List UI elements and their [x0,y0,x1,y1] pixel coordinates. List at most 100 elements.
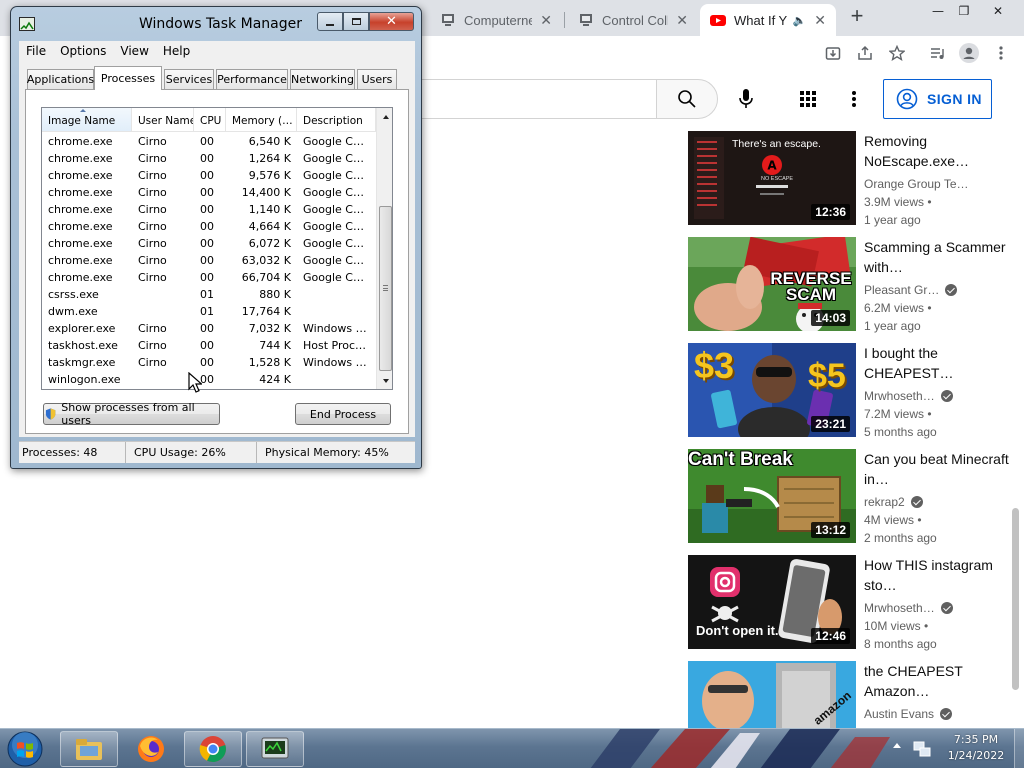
system-clock[interactable]: 7:35 PM 1/24/2022 [940,732,1012,764]
video-title[interactable]: I bought the CHEAPEST… [864,343,1014,383]
process-row[interactable]: chrome.exe Cirno 00 4,664 K Google C… [42,218,376,235]
youtube-search-button[interactable] [656,79,718,119]
channel-name[interactable]: rekrap2 [864,493,1014,511]
maximize-button[interactable] [343,12,369,31]
browser-menu-icon[interactable] [990,42,1012,64]
task-manager-app-icon [19,17,35,31]
tab-performance[interactable]: Performance [216,69,288,89]
process-row[interactable]: chrome.exe Cirno 00 6,072 K Google C… [42,235,376,252]
minimize-button[interactable] [317,12,343,31]
tab-services[interactable]: Services [164,69,214,89]
process-row[interactable]: chrome.exe Cirno 00 9,576 K Google C… [42,167,376,184]
video-title[interactable]: Removing NoEscape.exe… [864,131,1014,171]
new-tab-button[interactable]: + [846,5,868,28]
process-row[interactable]: chrome.exe Cirno 00 66,704 K Google C… [42,269,376,286]
browser-close-button[interactable]: ✕ [984,2,1012,20]
video-thumbnail[interactable]: Don't open it. 12:46 [688,555,856,649]
tab-youtube-active[interactable]: What If Y 🔈 ✕ [700,4,836,36]
page-scrollbar-thumb[interactable] [1012,508,1019,690]
related-video[interactable]: Can't Break 13:12 Can you beat Minecraft… [688,449,1018,545]
tab-applications[interactable]: Applications [27,69,94,89]
scroll-down-arrow-icon[interactable] [377,372,392,389]
taskbar-chrome-button[interactable] [184,731,242,767]
process-row[interactable]: winlogon.exe 00 424 K [42,371,376,388]
scrollbar-thumb[interactable] [379,206,392,371]
video-thumbnail[interactable]: REVERSE SCAM 14:03 [688,237,856,331]
related-video[interactable]: REVERSE SCAM 14:03 Scamming a Scammer wi… [688,237,1018,333]
tab-users[interactable]: Users [357,69,397,89]
related-video[interactable]: amazon the CHEAPEST Amazon… Austin Evans [688,661,1018,728]
channel-name[interactable]: Austin Evans [864,705,1014,723]
browser-restore-button[interactable]: ❐ [950,2,978,20]
video-title[interactable]: the CHEAPEST Amazon… [864,661,1014,701]
related-video[interactable]: Don't open it. 12:46 How THIS instagram … [688,555,1018,651]
taskbar-explorer-button[interactable] [60,731,118,767]
start-button[interactable] [4,731,46,767]
browser-minimize-button[interactable]: — [924,2,952,20]
menu-options[interactable]: Options [53,44,113,58]
process-cpu: 00 [200,356,214,369]
tab-control-collab[interactable]: Control Colla ✕ [568,4,698,36]
video-thumbnail[interactable]: A There's an escape. NO ESCAPE 12:36 [688,131,856,225]
process-row[interactable]: taskhost.exe Cirno 00 744 K Host Proc… [42,337,376,354]
process-row[interactable]: chrome.exe Cirno 00 1,140 K Google C… [42,201,376,218]
column-memory[interactable]: Memory (… [226,108,297,131]
process-row[interactable]: taskmgr.exe Cirno 00 1,528 K Windows … [42,354,376,371]
video-title[interactable]: How THIS instagram sto… [864,555,1014,595]
column-image-name[interactable]: Image Name [42,108,132,131]
process-row[interactable]: explorer.exe Cirno 00 7,032 K Windows … [42,320,376,337]
channel-name[interactable]: Mrwhoseth… [864,599,1014,617]
column-description[interactable]: Description [297,108,376,131]
process-row[interactable]: chrome.exe Cirno 00 6,540 K Google C… [42,133,376,150]
media-queue-icon[interactable] [926,42,948,64]
tab-close-icon[interactable]: ✕ [676,12,688,29]
channel-name[interactable]: Orange Group Te… [864,175,1014,193]
process-image-name: csrss.exe [48,288,99,301]
menu-help[interactable]: Help [156,44,197,58]
tab-networking[interactable]: Networking [290,69,355,89]
profile-avatar-icon[interactable] [958,42,980,64]
sign-in-button[interactable]: SIGN IN [883,79,992,119]
show-desktop-button[interactable] [1014,729,1024,768]
network-icon[interactable] [912,739,932,759]
tab-processes[interactable]: Processes [94,66,162,90]
video-thumbnail[interactable]: Can't Break 13:12 [688,449,856,543]
show-hidden-icons-button[interactable] [893,743,901,748]
youtube-settings-button[interactable] [842,85,866,113]
process-user-name [132,303,194,320]
video-thumbnail[interactable]: $3 $5 23:21 [688,343,856,437]
end-process-button[interactable]: End Process [295,403,391,425]
menu-view[interactable]: View [113,44,155,58]
process-list[interactable]: Image Name User Name CPU Memory (… Descr… [41,107,393,390]
show-all-processes-button[interactable]: Show processes from all users [43,401,220,427]
taskbar-taskmgr-button[interactable] [246,731,304,767]
channel-name[interactable]: Pleasant Gr… [864,281,1014,299]
video-title[interactable]: Scamming a Scammer with… [864,237,1014,277]
process-row[interactable]: chrome.exe Cirno 00 14,400 K Google C… [42,184,376,201]
install-app-icon[interactable] [822,42,844,64]
voice-search-button[interactable] [732,85,760,113]
process-row[interactable]: dwm.exe 01 17,764 K [42,303,376,320]
tab-close-icon[interactable]: ✕ [814,12,826,29]
video-thumbnail[interactable]: amazon [688,661,856,728]
column-user-name[interactable]: User Name [132,108,194,131]
close-button[interactable]: ✕ [369,12,414,31]
bookmark-star-icon[interactable] [886,42,908,64]
process-row[interactable]: chrome.exe Cirno 00 1,264 K Google C… [42,150,376,167]
tab-close-icon[interactable]: ✕ [540,12,552,29]
related-video[interactable]: $3 $5 23:21 I bought the CHEAPEST… Mrwho… [688,343,1018,439]
channel-name[interactable]: Mrwhoseth… [864,387,1014,405]
process-row[interactable]: csrss.exe 01 880 K [42,286,376,303]
share-icon[interactable] [854,42,876,64]
video-title[interactable]: Can you beat Minecraft in… [864,449,1014,489]
youtube-apps-button[interactable] [794,85,822,113]
menu-file[interactable]: File [19,44,53,58]
tab-computerne[interactable]: Computerne ✕ [430,4,562,36]
column-cpu[interactable]: CPU [194,108,226,131]
related-video[interactable]: A There's an escape. NO ESCAPE 12:36 Rem… [688,131,1018,227]
taskbar-firefox-button[interactable] [122,731,180,767]
scroll-up-arrow-icon[interactable] [377,108,392,125]
process-row[interactable]: chrome.exe Cirno 00 63,032 K Google C… [42,252,376,269]
youtube-search-input[interactable] [400,79,656,119]
process-list-scrollbar[interactable] [376,108,392,389]
